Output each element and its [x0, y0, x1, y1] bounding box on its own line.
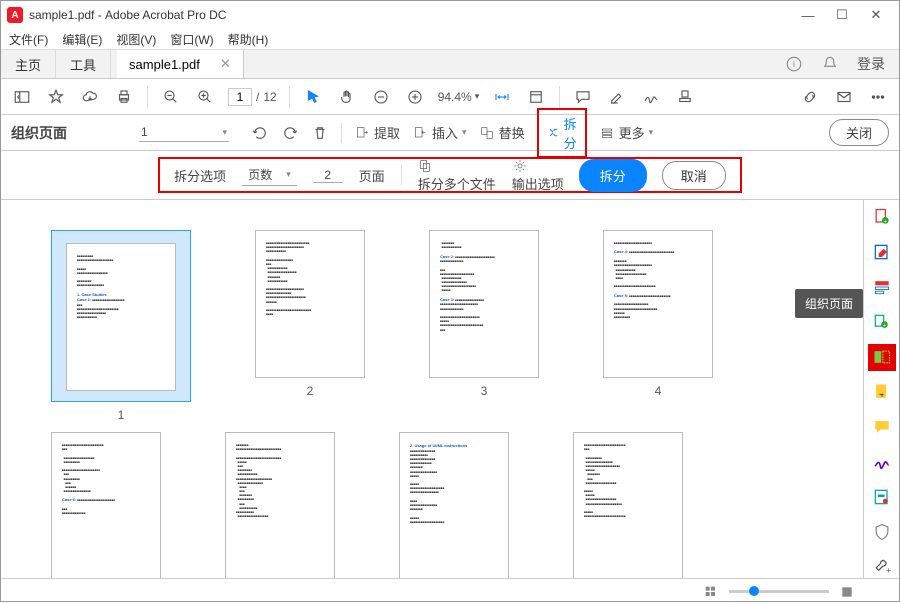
split-options-label: 拆分选项: [174, 166, 226, 185]
insert-button[interactable]: 插入▾: [412, 123, 467, 142]
print-icon[interactable]: [113, 86, 135, 108]
page-current-input[interactable]: [228, 88, 252, 106]
svg-text:+: +: [883, 219, 887, 225]
minus-circle-icon[interactable]: [370, 86, 392, 108]
menu-window[interactable]: 窗口(W): [170, 31, 213, 48]
page-thumb-3[interactable]: ■■■■■■■ ■■■■■■■■■■■Case 2: ■■■■■■■■■■■■■…: [429, 230, 539, 422]
split-button[interactable]: 拆分: [537, 108, 587, 158]
tab-document-label: sample1.pdf: [129, 57, 200, 72]
menu-edit[interactable]: 编辑(E): [62, 31, 102, 48]
fit-width-icon[interactable]: [491, 86, 513, 108]
thumbnail-grid: ■■■■■■■■■■■■■■■■■■■■■■■■■■■■■■■■■■■■■■■■…: [1, 200, 863, 578]
fit-page-icon[interactable]: [525, 86, 547, 108]
rail-compress-icon[interactable]: [870, 381, 894, 404]
pointer-icon[interactable]: [302, 86, 324, 108]
highlight-icon[interactable]: [606, 86, 628, 108]
main-toolbar: / 12 94.4%▾: [1, 79, 899, 115]
rail-comment-icon[interactable]: [870, 415, 894, 438]
zoom-out-icon[interactable]: [160, 86, 182, 108]
thumbnail-zoom-slider[interactable]: [729, 590, 829, 593]
rail-combine-icon[interactable]: +: [870, 311, 894, 334]
page-unit-label: 页面: [359, 166, 385, 185]
plus-circle-icon[interactable]: [404, 86, 426, 108]
rotate-left-icon[interactable]: [251, 124, 269, 142]
cloud-icon[interactable]: [79, 86, 101, 108]
page-thumb-7[interactable]: 2. Usage of UI/ML Instructions■■■■■■■■■■…: [399, 432, 509, 578]
sidebar-toggle-icon[interactable]: [11, 86, 33, 108]
window-titlebar: A sample1.pdf - Adobe Acrobat Pro DC ― ☐…: [1, 1, 899, 29]
tab-home[interactable]: 主页: [1, 50, 56, 78]
hand-icon[interactable]: [336, 86, 358, 108]
page-thumb-2[interactable]: ■■■■■■■■■■■■■■■■■■■■■■■■■■■■■■■■■■■■■■■■…: [255, 230, 365, 422]
login-link[interactable]: 登录: [857, 54, 885, 74]
footer-bar: [1, 578, 899, 604]
more-icon[interactable]: [867, 86, 889, 108]
menu-help[interactable]: 帮助(H): [228, 31, 269, 48]
info-icon[interactable]: i: [785, 55, 803, 73]
title-appname: Adobe Acrobat Pro DC: [105, 8, 226, 22]
extract-button[interactable]: 提取: [354, 123, 400, 142]
rail-more-tools-icon[interactable]: +: [870, 555, 894, 578]
title-sep: -: [94, 8, 105, 22]
sign-icon[interactable]: [640, 86, 662, 108]
svg-text:+: +: [882, 323, 886, 329]
split-options-bar: 拆分选项 页数▾ 2 页面 拆分多个文件 输出选项 拆分 取消: [158, 157, 742, 193]
minimize-button[interactable]: ―: [791, 4, 825, 26]
stamp-icon[interactable]: [674, 86, 696, 108]
page-thumb-4[interactable]: ■■■■■■■■■■■■■■■■■■■■■Case 4: ■■■■■■■■■■■…: [603, 230, 713, 422]
page-thumb-1[interactable]: ■■■■■■■■■■■■■■■■■■■■■■■■■■■■■■■■■■■■■■■■…: [51, 230, 191, 422]
split-pages-value[interactable]: 2: [313, 168, 343, 183]
close-window-button[interactable]: ✕: [859, 4, 893, 26]
title-filename: sample1.pdf: [29, 8, 94, 22]
menu-file[interactable]: 文件(F): [9, 31, 48, 48]
output-options-button[interactable]: 输出选项: [512, 158, 564, 193]
organize-toolbar: 组织页面 1▾ 提取 插入▾ 替换 拆分 更多▾ 关闭: [1, 115, 899, 151]
cancel-button[interactable]: 取消: [662, 161, 726, 190]
page-total: 12: [263, 90, 276, 104]
menu-view[interactable]: 视图(V): [116, 31, 156, 48]
star-icon[interactable]: [45, 86, 67, 108]
page-thumb-8[interactable]: ■■■■■■■■■■■■■■■■■■■■■■■■■■ ■■■■■■■■■ ■■■…: [573, 432, 683, 578]
svg-text:+: +: [886, 564, 891, 574]
zoom-in-icon[interactable]: [194, 86, 216, 108]
tab-document[interactable]: sample1.pdf ✕: [117, 50, 244, 78]
app-icon: A: [7, 7, 23, 23]
rail-protect-icon[interactable]: [870, 520, 894, 543]
rail-redact-icon[interactable]: [870, 485, 894, 508]
rail-export-pdf-icon[interactable]: [870, 276, 894, 299]
split-multiple-button[interactable]: 拆分多个文件: [418, 158, 496, 193]
page-thumb-5[interactable]: ■■■■■■■■■■■■■■■■■■■■■■■■■■ ■■■■■■■■■■■■■…: [51, 432, 161, 578]
split-by-select[interactable]: 页数▾: [242, 164, 297, 186]
organize-title: 组织页面: [11, 123, 67, 143]
rail-create-pdf-icon[interactable]: +: [870, 206, 894, 229]
page-thumb-6[interactable]: ■■■■■■■■■■■■■■■■■■■■■■■■■■■■■■■■■■■■■■■■…: [225, 432, 335, 578]
rotate-right-icon[interactable]: [281, 124, 299, 142]
delete-icon[interactable]: [311, 124, 329, 142]
link-icon[interactable]: [799, 86, 821, 108]
bell-icon[interactable]: [821, 55, 839, 73]
tabs-bar: 主页 工具 sample1.pdf ✕ i 登录: [1, 49, 899, 79]
rail-edit-pdf-icon[interactable]: [870, 241, 894, 264]
page-range-select[interactable]: 1▾: [139, 123, 229, 142]
menu-bar: 文件(F) 编辑(E) 视图(V) 窗口(W) 帮助(H): [1, 29, 899, 49]
svg-text:i: i: [793, 59, 795, 69]
rail-fill-sign-icon[interactable]: [870, 450, 894, 473]
comment-icon[interactable]: [572, 86, 594, 108]
page-indicator: / 12: [228, 88, 277, 106]
rail-tooltip: 组织页面: [795, 289, 863, 318]
maximize-button[interactable]: ☐: [825, 4, 859, 26]
zoom-dropdown[interactable]: 94.4%▾: [438, 90, 480, 104]
right-tool-rail: + + +: [863, 200, 899, 578]
close-panel-button[interactable]: 关闭: [829, 119, 889, 146]
more-button[interactable]: 更多▾: [599, 123, 654, 142]
split-confirm-button[interactable]: 拆分: [580, 160, 646, 191]
thumb-large-icon[interactable]: [839, 584, 855, 600]
thumb-small-icon[interactable]: [703, 584, 719, 600]
mail-icon[interactable]: [833, 86, 855, 108]
tab-close-icon[interactable]: ✕: [220, 56, 231, 72]
replace-button[interactable]: 替换: [479, 123, 525, 142]
rail-organize-icon[interactable]: [870, 346, 894, 369]
tab-tools[interactable]: 工具: [56, 50, 111, 78]
